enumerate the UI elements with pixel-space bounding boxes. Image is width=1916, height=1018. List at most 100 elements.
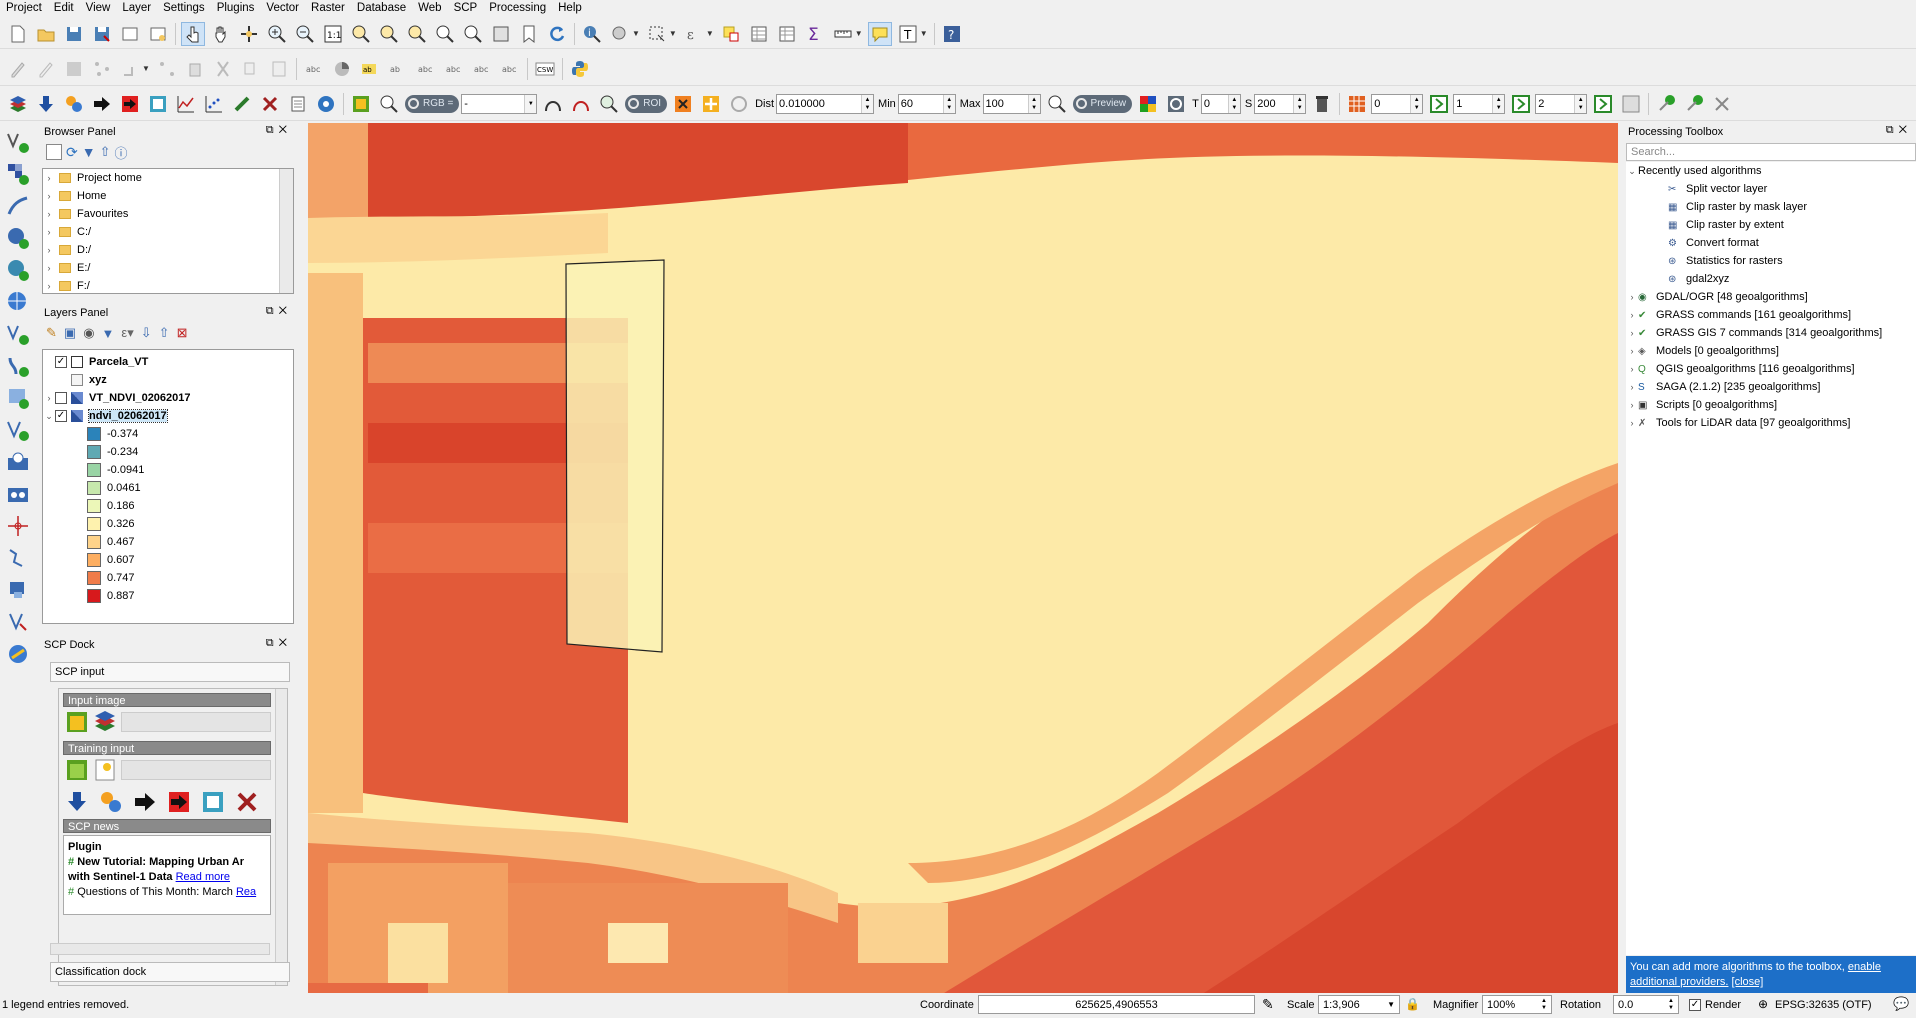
new-shapefile-icon[interactable]	[3, 511, 33, 541]
download-products-icon[interactable]	[65, 790, 89, 814]
provider-item[interactable]: › ✔ GRASS commands [161 geoalgorithms]	[1626, 306, 1916, 324]
expand-arrow-icon[interactable]: ›	[43, 191, 55, 201]
scp-preprocessing-icon[interactable]	[90, 92, 114, 116]
rgb-combo[interactable]: - ▼	[461, 93, 538, 114]
expand-arrow-icon[interactable]: ›	[1626, 418, 1638, 428]
scp-zoom-input-icon[interactable]	[377, 92, 401, 116]
scp-roi-redo2-icon[interactable]	[727, 92, 751, 116]
expand-arrow-icon[interactable]: ›	[43, 281, 55, 291]
copy-features-icon[interactable]	[239, 57, 263, 81]
max-spinbox[interactable]: 100 ▲ ▼	[982, 93, 1041, 114]
scp-batch-icon[interactable]	[230, 92, 254, 116]
menu-raster[interactable]: Raster	[305, 0, 351, 16]
layer-item[interactable]: › VT_NDVI_02062017	[43, 389, 293, 407]
new-spatialite-icon[interactable]	[3, 543, 33, 573]
menu-edit[interactable]: Edit	[48, 0, 80, 16]
text-annotation-icon[interactable]: T	[896, 22, 920, 46]
add-oracle-layer-icon[interactable]	[3, 447, 33, 477]
new-project-icon[interactable]	[6, 22, 30, 46]
scale-combo[interactable]: 1:3,906 ▼	[1318, 995, 1400, 1014]
training-input-combo[interactable]	[121, 760, 271, 780]
add-vector-layer-icon[interactable]	[3, 127, 33, 157]
layer-item[interactable]: ⌄ ✓ ndvi_02062017	[43, 407, 293, 425]
attribute-table-icon[interactable]	[747, 22, 771, 46]
move-label-icon[interactable]: abc	[442, 57, 466, 81]
layer-item[interactable]: ✓ Parcela_VT	[43, 353, 293, 371]
browser-item[interactable]: › C:/	[43, 223, 293, 241]
postprocessing-icon[interactable]	[167, 790, 191, 814]
new-map-view-icon[interactable]	[489, 22, 513, 46]
add-xyz-layer-icon[interactable]	[3, 639, 33, 669]
provider-item[interactable]: › S SAGA (2.1.2) [235 geoalgorithms]	[1626, 378, 1916, 396]
scp-roi-redo-icon[interactable]	[569, 92, 593, 116]
add-wms-layer-icon[interactable]	[3, 287, 33, 317]
layer-visibility-checkbox[interactable]: ✓	[55, 410, 67, 422]
provider-item[interactable]: › ▣ Scripts [0 geoalgorithms]	[1626, 396, 1916, 414]
new-print-composer-icon[interactable]	[118, 22, 142, 46]
add-points-alt-icon[interactable]	[1682, 92, 1706, 116]
zoom-last-icon[interactable]	[433, 22, 457, 46]
remove-points-icon[interactable]	[1710, 92, 1734, 116]
close-info-link[interactable]: [close]	[1732, 976, 1764, 988]
lock-scale-icon[interactable]: 🔒	[1405, 997, 1420, 1011]
zoom-out-icon[interactable]	[293, 22, 317, 46]
menu-layer[interactable]: Layer	[116, 0, 157, 16]
menu-settings[interactable]: Settings	[157, 0, 211, 16]
expand-arrow-icon[interactable]: ›	[1626, 346, 1638, 356]
expand-arrow-icon[interactable]: ›	[1626, 292, 1638, 302]
expand-arrow-icon[interactable]: ›	[1626, 328, 1638, 338]
recent-algorithm-item[interactable]: ⊛ gdal2xyz	[1626, 270, 1916, 288]
composer-manager-icon[interactable]	[146, 22, 170, 46]
touch-zoom-pan-icon[interactable]	[181, 21, 205, 46]
scp-settings-icon[interactable]	[258, 92, 282, 116]
preprocessing-icon[interactable]	[133, 790, 157, 814]
pan-map-icon[interactable]	[209, 22, 233, 46]
scp-scatter-plot-icon[interactable]	[202, 92, 226, 116]
menu-plugins[interactable]: Plugins	[211, 0, 261, 16]
t-spinbox[interactable]: 0 ▲ ▼	[1200, 93, 1241, 114]
layer-expand-icon[interactable]: ⌄	[43, 411, 55, 422]
input-image-combo[interactable]	[121, 712, 271, 732]
provider-item[interactable]: › Q QGIS geoalgorithms [116 geoalgorithms]	[1626, 360, 1916, 378]
panel-float-close-icon[interactable]: ⧉✕	[1886, 124, 1912, 137]
expand-arrow-icon[interactable]: ›	[43, 173, 55, 183]
select-by-expression-icon[interactable]: ε	[682, 22, 706, 46]
add-selected-layers-icon[interactable]	[46, 144, 62, 160]
select-features-icon[interactable]	[645, 22, 669, 46]
expand-arrow-icon[interactable]: ›	[43, 209, 55, 219]
panel-float-close-icon[interactable]: ⧉✕	[266, 637, 292, 650]
provider-item[interactable]: › ✗ Tools for LiDAR data [97 geoalgorithms…	[1626, 414, 1916, 432]
open-project-icon[interactable]	[34, 22, 58, 46]
refresh-icon[interactable]	[545, 22, 569, 46]
new-bookmark-icon[interactable]	[517, 22, 541, 46]
zoom-in-icon[interactable]	[265, 22, 289, 46]
zoom-to-layer-icon[interactable]	[405, 22, 429, 46]
crs-globe-icon[interactable]: ⊕	[1758, 997, 1768, 1011]
rotate-label-icon[interactable]: abc	[470, 57, 494, 81]
scp-remove-temp-icon[interactable]	[1310, 92, 1334, 116]
layer-visibility-checkbox[interactable]	[55, 392, 67, 404]
browser-item[interactable]: › E:/	[43, 259, 293, 277]
scp-postprocessing-icon[interactable]	[118, 92, 142, 116]
style-manager-icon[interactable]: ✎	[46, 325, 57, 341]
tab-scp-input[interactable]: SCP input	[50, 662, 290, 682]
expand-arrow-icon[interactable]: ›	[1626, 400, 1638, 410]
collapse-all-icon[interactable]: ⇧	[100, 144, 111, 160]
scp-tools-icon[interactable]	[62, 92, 86, 116]
scp-main-interface-icon[interactable]	[349, 92, 373, 116]
change-label-icon[interactable]: abc	[498, 57, 522, 81]
scp-download-icon[interactable]	[34, 92, 58, 116]
new-training-icon[interactable]	[93, 758, 117, 782]
recent-algorithm-item[interactable]: ▦ Clip raster by mask layer	[1626, 198, 1916, 216]
toggle-extents-icon[interactable]: ✎	[1262, 996, 1274, 1013]
scp-help-icon[interactable]	[314, 92, 338, 116]
add-feature-icon[interactable]	[90, 57, 114, 81]
browser-item[interactable]: › D:/	[43, 241, 293, 259]
provider-item[interactable]: › ◉ GDAL/OGR [48 geoalgorithms]	[1626, 288, 1916, 306]
browser-item[interactable]: › Favourites	[43, 205, 293, 223]
scp-redo-preview-icon[interactable]	[1164, 92, 1188, 116]
expand-arrow-icon[interactable]: ›	[1626, 310, 1638, 320]
field-calculator-icon[interactable]	[775, 22, 799, 46]
scp-classification-preview-icon[interactable]	[1136, 92, 1160, 116]
browser-item[interactable]: › Project home	[43, 169, 293, 187]
